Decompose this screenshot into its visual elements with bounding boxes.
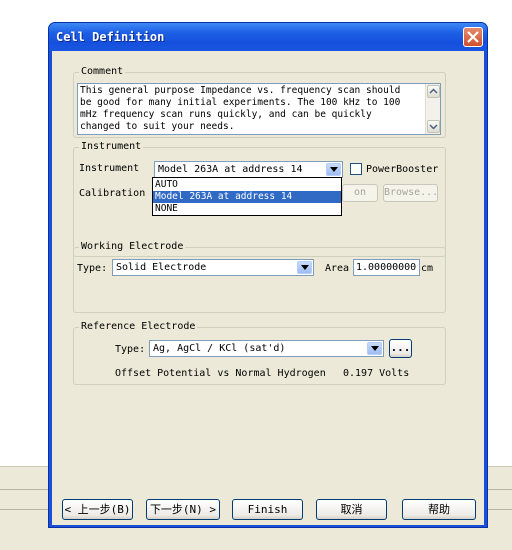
instrument-group-label: Instrument xyxy=(79,141,144,152)
comment-scrollbar[interactable] xyxy=(425,84,440,134)
dropdown-option-auto[interactable]: AUTO xyxy=(153,179,341,191)
close-icon xyxy=(467,31,479,43)
calibration-label: Calibration I xyxy=(79,188,158,199)
offset-potential-label: Offset Potential vs Normal Hydrogen xyxy=(115,368,326,379)
dialog-client-area: Comment This general purpose Impedance v… xyxy=(52,51,484,525)
working-type-label: Type: xyxy=(77,263,108,274)
chevron-down-icon xyxy=(429,124,438,130)
chevron-up-icon xyxy=(429,88,438,94)
working-electrode-group-label: Working Electrode xyxy=(79,241,186,252)
working-type-dropdown-button[interactable] xyxy=(297,261,312,274)
reference-type-label: Type: xyxy=(115,344,146,355)
instrument-label: Instrument xyxy=(79,163,140,174)
area-label: Area xyxy=(325,263,350,274)
cancel-button[interactable]: 取消 xyxy=(316,499,387,520)
help-button[interactable]: 帮助 xyxy=(402,499,476,520)
reference-type-dropdown-button[interactable] xyxy=(367,342,382,355)
working-electrode-type-select[interactable]: Solid Electrode xyxy=(112,259,314,276)
comment-textarea[interactable]: This general purpose Impedance vs. frequ… xyxy=(77,83,441,135)
chevron-down-icon xyxy=(330,167,338,172)
area-unit: cm xyxy=(421,263,434,274)
back-button[interactable]: < 上一步(B) xyxy=(62,499,133,520)
area-value: 1.00000000 xyxy=(356,262,417,273)
powerbooster-checkbox[interactable] xyxy=(350,163,362,175)
dropdown-option-none[interactable]: NONE xyxy=(153,203,341,215)
cell-definition-dialog: Cell Definition Comment This general pur… xyxy=(48,22,488,528)
comment-line: be good for many initial experiments. Th… xyxy=(80,97,401,108)
close-button[interactable] xyxy=(463,27,483,47)
reference-electrode-group-label: Reference Electrode xyxy=(79,321,198,332)
offset-potential-value: 0.197 Volts xyxy=(343,368,410,379)
next-button[interactable]: 下一步(N) > xyxy=(146,499,220,520)
comment-line: changed to suit your needs. xyxy=(80,121,235,132)
comment-line: This general purpose Impedance vs. frequ… xyxy=(80,85,401,96)
scroll-up-button[interactable] xyxy=(427,85,440,98)
finish-button[interactable]: Finish xyxy=(232,499,303,520)
title-bar[interactable]: Cell Definition xyxy=(49,23,487,51)
dropdown-option-model-263a[interactable]: Model 263A at address 14 xyxy=(153,191,341,203)
browse-button[interactable]: Browse... xyxy=(383,184,438,202)
reference-more-button[interactable]: ... xyxy=(389,339,412,358)
comment-group-label: Comment xyxy=(79,66,126,77)
working-type-value: Solid Electrode xyxy=(116,262,207,273)
chevron-down-icon xyxy=(371,346,379,351)
instrument-select-value: Model 263A at address 14 xyxy=(158,164,303,175)
instrument-select[interactable]: Model 263A at address 14 xyxy=(154,161,343,178)
chevron-down-icon xyxy=(301,265,309,270)
reference-type-value: Ag, AgCl / KCl (sat'd) xyxy=(153,343,286,354)
instrument-dropdown-button[interactable] xyxy=(326,163,341,176)
comment-line: mHz frequency scan runs quickly, and can… xyxy=(80,109,372,120)
area-input[interactable]: 1.00000000 xyxy=(353,259,420,276)
calibration-button[interactable]: on xyxy=(342,184,378,202)
instrument-dropdown-list[interactable]: AUTO Model 263A at address 14 NONE xyxy=(152,177,342,216)
window-title: Cell Definition xyxy=(56,30,165,44)
reference-electrode-type-select[interactable]: Ag, AgCl / KCl (sat'd) xyxy=(149,340,384,357)
powerbooster-label: PowerBooster xyxy=(366,164,439,175)
scroll-down-button[interactable] xyxy=(427,120,440,133)
working-electrode-group xyxy=(73,247,446,313)
